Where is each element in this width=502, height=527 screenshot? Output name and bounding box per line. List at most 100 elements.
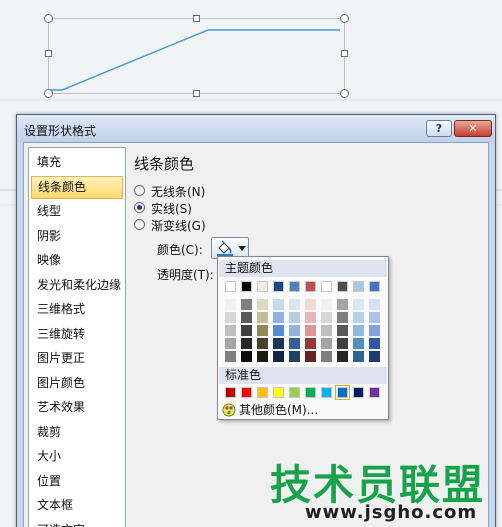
theme-color-swatch[interactable] (321, 281, 332, 292)
nav-item[interactable]: 线型 (31, 200, 123, 223)
theme-color-swatch[interactable] (369, 281, 380, 292)
theme-shade-swatch[interactable] (289, 299, 300, 310)
theme-color-swatch[interactable] (225, 281, 236, 292)
theme-shade-swatch[interactable] (225, 299, 236, 310)
resize-handle-right[interactable] (341, 50, 348, 57)
resize-handle-bottom-left[interactable] (44, 89, 53, 98)
radio-no-line[interactable] (134, 185, 145, 196)
theme-shade-swatch[interactable] (321, 351, 332, 362)
theme-shade-swatch[interactable] (369, 325, 380, 336)
theme-shade-swatch[interactable] (289, 351, 300, 362)
standard-color-swatch[interactable] (353, 387, 364, 398)
theme-shade-swatch[interactable] (273, 351, 284, 362)
theme-shade-swatch[interactable] (241, 312, 252, 323)
theme-shade-swatch[interactable] (369, 338, 380, 349)
theme-shade-swatch[interactable] (225, 325, 236, 336)
theme-shade-swatch[interactable] (337, 325, 348, 336)
theme-shade-swatch[interactable] (369, 299, 380, 310)
resize-handle-left[interactable] (45, 50, 52, 57)
theme-color-swatch[interactable] (257, 281, 268, 292)
theme-color-swatch[interactable] (305, 281, 316, 292)
theme-shade-swatch[interactable] (321, 299, 332, 310)
theme-shade-swatch[interactable] (257, 338, 268, 349)
theme-shade-swatch[interactable] (241, 325, 252, 336)
theme-shade-swatch[interactable] (289, 338, 300, 349)
standard-color-swatch[interactable] (241, 387, 252, 398)
nav-item[interactable]: 图片颜色 (31, 372, 123, 395)
theme-shade-swatch[interactable] (225, 338, 236, 349)
theme-color-swatch[interactable] (289, 281, 300, 292)
theme-shade-swatch[interactable] (225, 351, 236, 362)
theme-shade-swatch[interactable] (289, 325, 300, 336)
theme-shade-swatch[interactable] (337, 338, 348, 349)
resize-handle-bottom-right[interactable] (340, 89, 349, 98)
standard-color-swatch[interactable] (335, 385, 350, 400)
nav-item[interactable]: 位置 (31, 470, 123, 493)
nav-item[interactable]: 图片更正 (31, 347, 123, 370)
theme-color-swatch[interactable] (241, 281, 252, 292)
theme-shade-swatch[interactable] (337, 299, 348, 310)
standard-color-swatch[interactable] (273, 387, 284, 398)
nav-item[interactable]: 三维旋转 (31, 323, 123, 346)
theme-shade-swatch[interactable] (225, 312, 236, 323)
standard-color-swatch[interactable] (289, 387, 300, 398)
standard-color-swatch[interactable] (321, 387, 332, 398)
theme-shade-swatch[interactable] (321, 325, 332, 336)
theme-shade-swatch[interactable] (369, 312, 380, 323)
standard-color-swatch[interactable] (305, 387, 316, 398)
nav-item[interactable]: 映像 (31, 249, 123, 272)
theme-shade-swatch[interactable] (241, 299, 252, 310)
theme-shade-swatch[interactable] (305, 325, 316, 336)
radio-gradient-line[interactable] (134, 219, 145, 230)
resize-handle-top[interactable] (193, 15, 200, 22)
theme-shade-swatch[interactable] (337, 312, 348, 323)
nav-item[interactable]: 三维格式 (31, 298, 123, 321)
theme-shade-swatch[interactable] (353, 312, 364, 323)
theme-shade-swatch[interactable] (257, 299, 268, 310)
theme-shade-swatch[interactable] (257, 351, 268, 362)
theme-shade-swatch[interactable] (353, 351, 364, 362)
theme-shade-swatch[interactable] (305, 299, 316, 310)
resize-handle-top-right[interactable] (340, 14, 349, 23)
dialog-titlebar[interactable]: 设置形状格式 ? ✕ (17, 115, 495, 142)
theme-shade-swatch[interactable] (257, 325, 268, 336)
theme-shade-swatch[interactable] (369, 351, 380, 362)
theme-shade-swatch[interactable] (273, 325, 284, 336)
nav-item[interactable]: 发光和柔化边缘 (31, 274, 123, 297)
theme-shade-swatch[interactable] (273, 299, 284, 310)
theme-shade-swatch[interactable] (241, 338, 252, 349)
nav-item[interactable]: 填充 (31, 151, 123, 174)
standard-color-swatch[interactable] (257, 387, 268, 398)
theme-shade-swatch[interactable] (305, 338, 316, 349)
help-button[interactable]: ? (426, 120, 452, 137)
nav-item[interactable]: 阴影 (31, 225, 123, 248)
close-button[interactable]: ✕ (454, 120, 492, 137)
nav-item[interactable]: 可选文字 (31, 519, 123, 527)
resize-handle-top-left[interactable] (44, 14, 53, 23)
theme-shade-swatch[interactable] (273, 338, 284, 349)
theme-shade-swatch[interactable] (337, 351, 348, 362)
theme-shade-swatch[interactable] (305, 312, 316, 323)
theme-shade-swatch[interactable] (353, 338, 364, 349)
theme-shade-swatch[interactable] (353, 325, 364, 336)
theme-color-swatch[interactable] (273, 281, 284, 292)
theme-shade-swatch[interactable] (273, 312, 284, 323)
theme-shade-swatch[interactable] (305, 351, 316, 362)
theme-shade-swatch[interactable] (321, 312, 332, 323)
nav-item[interactable]: 艺术效果 (31, 396, 123, 419)
theme-shade-swatch[interactable] (321, 338, 332, 349)
standard-color-swatch[interactable] (225, 387, 236, 398)
theme-shade-swatch[interactable] (289, 312, 300, 323)
theme-shade-swatch[interactable] (353, 299, 364, 310)
theme-color-swatch[interactable] (353, 281, 364, 292)
nav-item[interactable]: 大小 (31, 445, 123, 468)
theme-shade-swatch[interactable] (257, 312, 268, 323)
radio-solid-line[interactable] (134, 202, 145, 213)
theme-shade-swatch[interactable] (241, 351, 252, 362)
nav-item[interactable]: 线条颜色 (31, 175, 123, 199)
nav-item[interactable]: 文本框 (31, 494, 123, 517)
standard-color-swatch[interactable] (369, 387, 380, 398)
selected-line-shape[interactable] (0, 0, 502, 120)
resize-handle-bottom[interactable] (193, 90, 200, 97)
nav-item[interactable]: 裁剪 (31, 421, 123, 444)
